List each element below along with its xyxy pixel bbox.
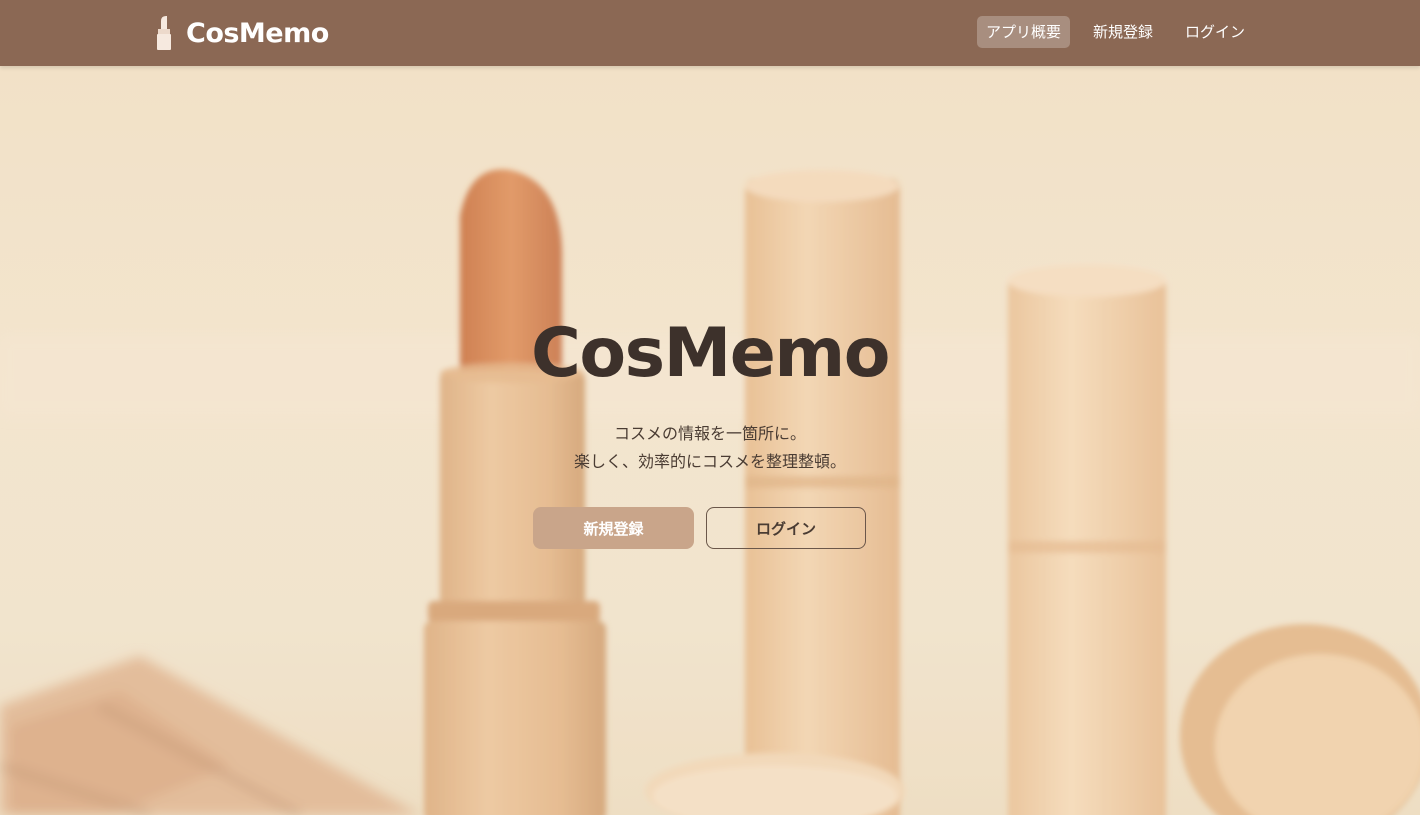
hero-tagline-line-1: コスメの情報を一箇所に。 [613,424,806,443]
hero-tagline: コスメの情報を一箇所に。 楽しく、効率的にコスメを整理整頓。 [0,420,1420,476]
hero-buttons: 新規登録 ログイン [533,507,866,549]
lipstick-icon [157,16,171,50]
hero-title: CosMemo [531,314,890,393]
brand-logo-link[interactable]: CosMemo [152,14,329,52]
nav-item-register[interactable]: 新規登録 [1084,16,1162,48]
brand-name: CosMemo [186,17,329,49]
login-button[interactable]: ログイン [706,507,866,549]
navbar: CosMemo アプリ概要 新規登録 ログイン [0,0,1420,66]
hero-tagline-line-2: 楽しく、効率的にコスメを整理整頓。 [573,452,846,471]
nav-item-about[interactable]: アプリ概要 [976,16,1070,48]
nav-links: アプリ概要 新規登録 ログイン [963,16,1254,48]
hero-content: CosMemo コスメの情報を一箇所に。 楽しく、効率的にコスメを整理整頓。 新… [0,66,1420,815]
nav-item-login[interactable]: ログイン [1176,16,1254,48]
register-button[interactable]: 新規登録 [533,507,694,549]
